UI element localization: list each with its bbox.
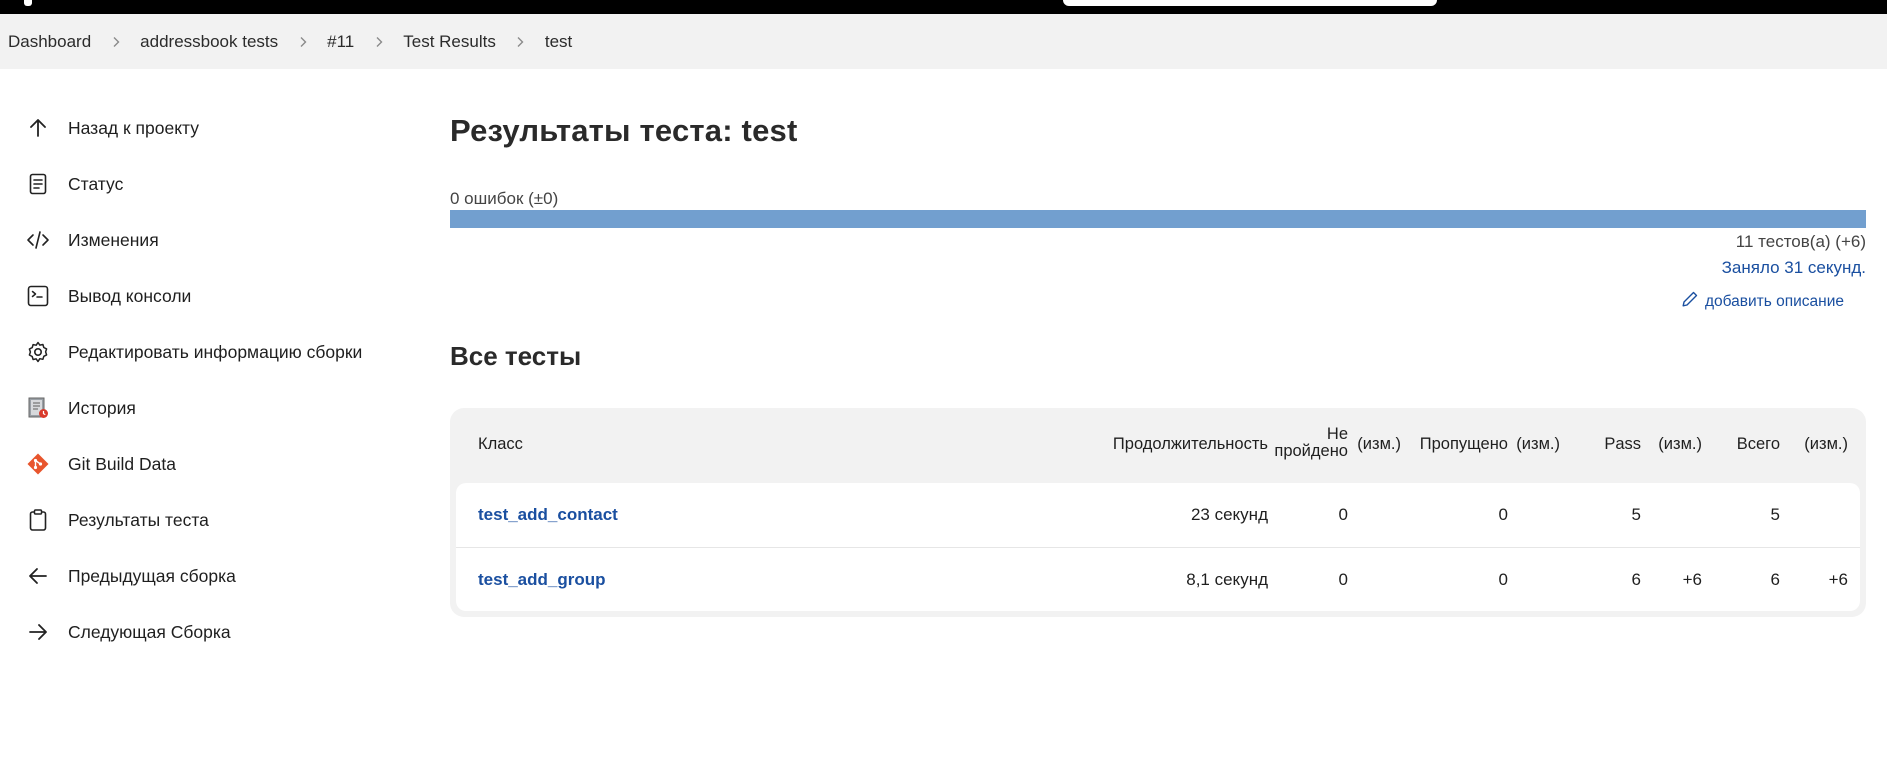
document-icon [24,170,52,198]
cell-failed: 0 [1338,569,1348,589]
sidebar-item-back-to-project[interactable]: Назад к проекту [24,100,424,156]
header-skipped-diff[interactable]: (изм.) [1516,435,1560,454]
sidebar: Назад к проекту Статус Изменения Вывод к… [24,100,424,660]
search-input[interactable] [1063,0,1437,6]
cell-duration: 23 секунд [1190,505,1268,524]
section-title: Все тесты [450,341,582,371]
cell-total: 6 [1770,569,1780,589]
sidebar-item-label: Статус [68,173,124,194]
header-total-diff[interactable]: (изм.) [1804,435,1848,454]
sidebar-item-console-output[interactable]: Вывод консоли [24,268,424,324]
duration-link[interactable]: Заняло 31 секунд. [1722,258,1866,278]
header-failed-line2: пройдено [1274,442,1348,460]
table-body: test_add_contact 23 секунд 0 0 5 5 test_… [456,483,1860,611]
sidebar-item-label: История [68,397,136,418]
header-class[interactable]: Класс [478,435,523,454]
sidebar-item-next-build[interactable]: Следующая Сборка [24,604,424,660]
table-row: test_add_contact 23 секунд 0 0 5 5 [456,483,1860,547]
breadcrumb-test[interactable]: test [545,32,572,52]
add-description-label: добавить описание [1704,292,1844,310]
test-progress-bar [450,210,1866,228]
header-failed[interactable]: Не пройдено [1274,426,1348,460]
cell-total: 5 [1770,505,1780,524]
sidebar-item-edit-build-info[interactable]: Редактировать информацию сборки [24,324,424,380]
arrow-left-icon [24,562,52,590]
cell-skipped: 0 [1498,569,1508,589]
header-skipped[interactable]: Пропущено [1420,435,1508,454]
breadcrumb-test-results[interactable]: Test Results [403,32,496,52]
arrow-up-icon [24,114,52,142]
cell-pass: 5 [1631,505,1641,524]
test-results-table: Класс Продолжительность Не пройдено (изм.… [450,408,1866,617]
header-pass[interactable]: Pass [1604,435,1641,454]
jenkins-logo[interactable] [24,0,32,6]
sidebar-item-status[interactable]: Статус [24,156,424,212]
chevron-right-icon [354,36,403,48]
breadcrumb-dashboard[interactable]: Dashboard [8,32,91,52]
header-failed-line1: Не [1326,425,1348,443]
table-row: test_add_group 8,1 секунд 0 0 6 +6 6 +6 [456,547,1860,611]
sidebar-item-changes[interactable]: Изменения [24,212,424,268]
cell-skipped: 0 [1498,505,1508,524]
breadcrumb-project[interactable]: addressbook tests [140,32,278,52]
tests-count: 11 тестов(а) (+6) [1735,232,1866,251]
sidebar-item-label: Git Build Data [68,453,176,474]
arrow-right-icon [24,618,52,646]
terminal-icon [24,282,52,310]
code-icon [24,226,52,254]
sidebar-item-history[interactable]: История [24,380,424,436]
cell-total-diff: +6 [1828,569,1848,589]
pencil-icon [1681,290,1699,313]
test-class-link[interactable]: test_add_group [478,570,606,590]
cell-pass: 6 [1631,569,1641,589]
sidebar-item-label: Назад к проекту [68,117,200,138]
sidebar-item-label: Следующая Сборка [68,621,231,642]
sidebar-item-label: Редактировать информацию сборки [68,341,363,362]
clipboard-icon [24,506,52,534]
sidebar-item-test-results[interactable]: Результаты теста [24,492,424,548]
breadcrumb: Dashboard addressbook tests #11 Test Res… [0,14,1887,69]
sidebar-item-label: Предыдущая сборка [68,565,236,586]
failure-summary: 0 ошибок (±0) [450,189,559,208]
gear-icon [24,338,52,366]
breadcrumb-build[interactable]: #11 [327,32,354,52]
test-class-link[interactable]: test_add_contact [478,505,618,525]
sidebar-item-previous-build[interactable]: Предыдущая сборка [24,548,424,604]
git-icon [24,450,52,478]
chevron-right-icon [496,36,545,48]
cell-failed: 0 [1338,505,1348,524]
add-description-button[interactable]: добавить описание [1681,290,1844,313]
table-header: Класс Продолжительность Не пройдено (изм.… [456,408,1860,483]
chevron-right-icon [91,36,140,48]
header-failed-diff[interactable]: (изм.) [1357,435,1401,454]
header-pass-diff[interactable]: (изм.) [1658,435,1702,454]
cell-pass-diff: +6 [1682,569,1702,589]
sidebar-item-git-build-data[interactable]: Git Build Data [24,436,424,492]
sidebar-item-label: Вывод консоли [68,285,192,306]
header-total[interactable]: Всего [1737,435,1780,454]
sidebar-item-label: Изменения [68,229,159,250]
chevron-right-icon [278,36,327,48]
page-title: Результаты теста: test [450,113,798,148]
main-content: Результаты теста: test 0 ошибок (±0) 11 … [450,100,1866,617]
header-duration[interactable]: Продолжительность [1113,435,1268,454]
cell-duration: 8,1 секунд [1186,569,1268,589]
history-icon [24,394,52,422]
sidebar-item-label: Результаты теста [68,509,209,530]
top-header-bar [0,0,1887,14]
